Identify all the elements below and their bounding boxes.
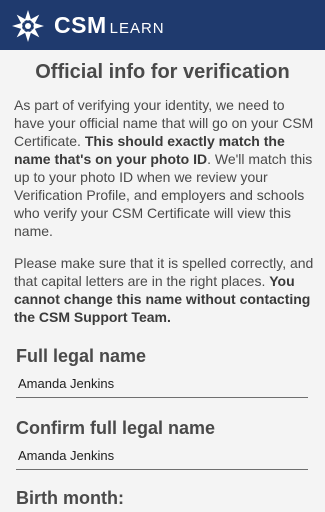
brand-sub: LEARN xyxy=(109,20,165,37)
confirm-name-label: Confirm full legal name xyxy=(16,418,216,438)
brand-main: CSM xyxy=(54,12,107,38)
confirm-name-field: Confirm full legal name xyxy=(16,418,308,470)
app-header: CSM LEARN xyxy=(0,0,325,50)
notice-paragraph: Please make sure that it is spelled corr… xyxy=(14,254,314,326)
full-name-input[interactable] xyxy=(16,376,308,398)
csm-logo-icon xyxy=(12,10,44,42)
confirm-name-input[interactable] xyxy=(16,448,308,470)
page-title: Official info for verification xyxy=(35,61,290,83)
full-name-label: Full legal name xyxy=(16,346,147,366)
brand-wordmark: CSM LEARN xyxy=(54,12,165,39)
full-name-field: Full legal name xyxy=(16,346,308,398)
birth-month-label: Birth month: xyxy=(16,488,124,508)
birth-month-field: Birth month: xyxy=(16,488,308,509)
intro-paragraph: As part of verifying your identity, we n… xyxy=(14,96,314,240)
